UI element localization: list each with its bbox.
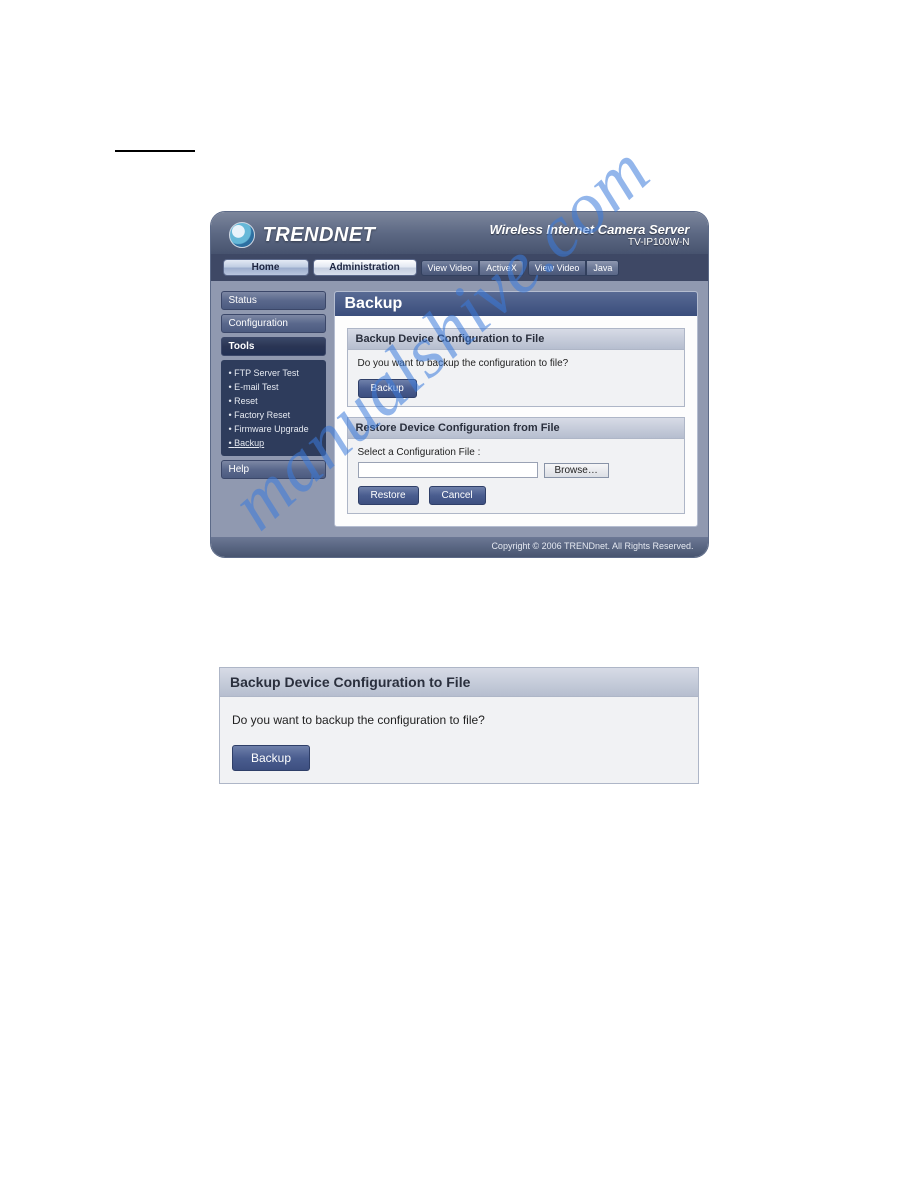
top-nav: Home Administration View Video ActiveX V…: [211, 254, 708, 281]
sidebar-item-email[interactable]: E-mail Test: [229, 380, 318, 394]
backup-button[interactable]: Backup: [358, 379, 417, 398]
restore-block-head: Restore Device Configuration from File: [348, 418, 684, 439]
sidebar-configuration[interactable]: Configuration: [221, 314, 326, 333]
nav-view-activex[interactable]: View Video ActiveX: [421, 260, 524, 276]
nav-java[interactable]: Java: [586, 260, 619, 276]
router-admin-panel: TRENDNET Wireless Internet Camera Server…: [211, 212, 708, 557]
product-title-block: Wireless Internet Camera Server TV-IP100…: [489, 222, 689, 248]
backup-prompt: Do you want to backup the configuration …: [358, 358, 674, 369]
sidebar-item-ftp[interactable]: FTP Server Test: [229, 366, 318, 380]
restore-block: Restore Device Configuration from File S…: [347, 417, 685, 514]
panel-footer: Copyright © 2006 TRENDnet. All Rights Re…: [211, 537, 708, 557]
product-title: Wireless Internet Camera Server: [489, 222, 689, 237]
restore-button[interactable]: Restore: [358, 486, 419, 505]
sidebar-help[interactable]: Help: [221, 460, 326, 479]
content-title: Backup: [335, 292, 697, 316]
nav-home[interactable]: Home: [223, 259, 309, 276]
product-model: TV-IP100W-N: [489, 237, 689, 248]
brand-text: TRENDNET: [263, 224, 376, 247]
sidebar-item-backup[interactable]: Backup: [229, 436, 318, 450]
backup-block-head: Backup Device Configuration to File: [348, 329, 684, 350]
sidebar: Status Configuration Tools FTP Server Te…: [221, 291, 326, 527]
sidebar-tools[interactable]: Tools: [221, 337, 326, 356]
logo: TRENDNET: [229, 222, 376, 248]
sidebar-tools-list: FTP Server Test E-mail Test Reset Factor…: [221, 360, 326, 456]
globe-icon: [229, 222, 255, 248]
restore-file-input[interactable]: [358, 462, 538, 478]
sidebar-item-reset[interactable]: Reset: [229, 394, 318, 408]
cancel-button[interactable]: Cancel: [429, 486, 486, 505]
nav-view-video-2[interactable]: View Video: [528, 260, 587, 276]
nav-view-video-1[interactable]: View Video: [421, 260, 480, 276]
sidebar-status[interactable]: Status: [221, 291, 326, 310]
detached-backup-block: Backup Device Configuration to File Do y…: [219, 667, 699, 784]
panel-header: TRENDNET Wireless Internet Camera Server…: [211, 212, 708, 254]
browse-button[interactable]: Browse…: [544, 463, 609, 478]
backup-block: Backup Device Configuration to File Do y…: [347, 328, 685, 407]
nav-administration[interactable]: Administration: [313, 259, 417, 276]
sidebar-item-firmware[interactable]: Firmware Upgrade: [229, 422, 318, 436]
sidebar-item-factory[interactable]: Factory Reset: [229, 408, 318, 422]
nav-activex[interactable]: ActiveX: [479, 260, 524, 276]
detached-prompt: Do you want to backup the configuration …: [232, 713, 686, 727]
nav-view-java[interactable]: View Video Java: [528, 260, 620, 276]
content-pane: Backup Backup Device Configuration to Fi…: [334, 291, 698, 527]
page-heading-underline: [115, 150, 195, 152]
restore-label: Select a Configuration File :: [358, 447, 674, 458]
detached-head: Backup Device Configuration to File: [220, 668, 698, 697]
detached-backup-button[interactable]: Backup: [232, 745, 310, 771]
